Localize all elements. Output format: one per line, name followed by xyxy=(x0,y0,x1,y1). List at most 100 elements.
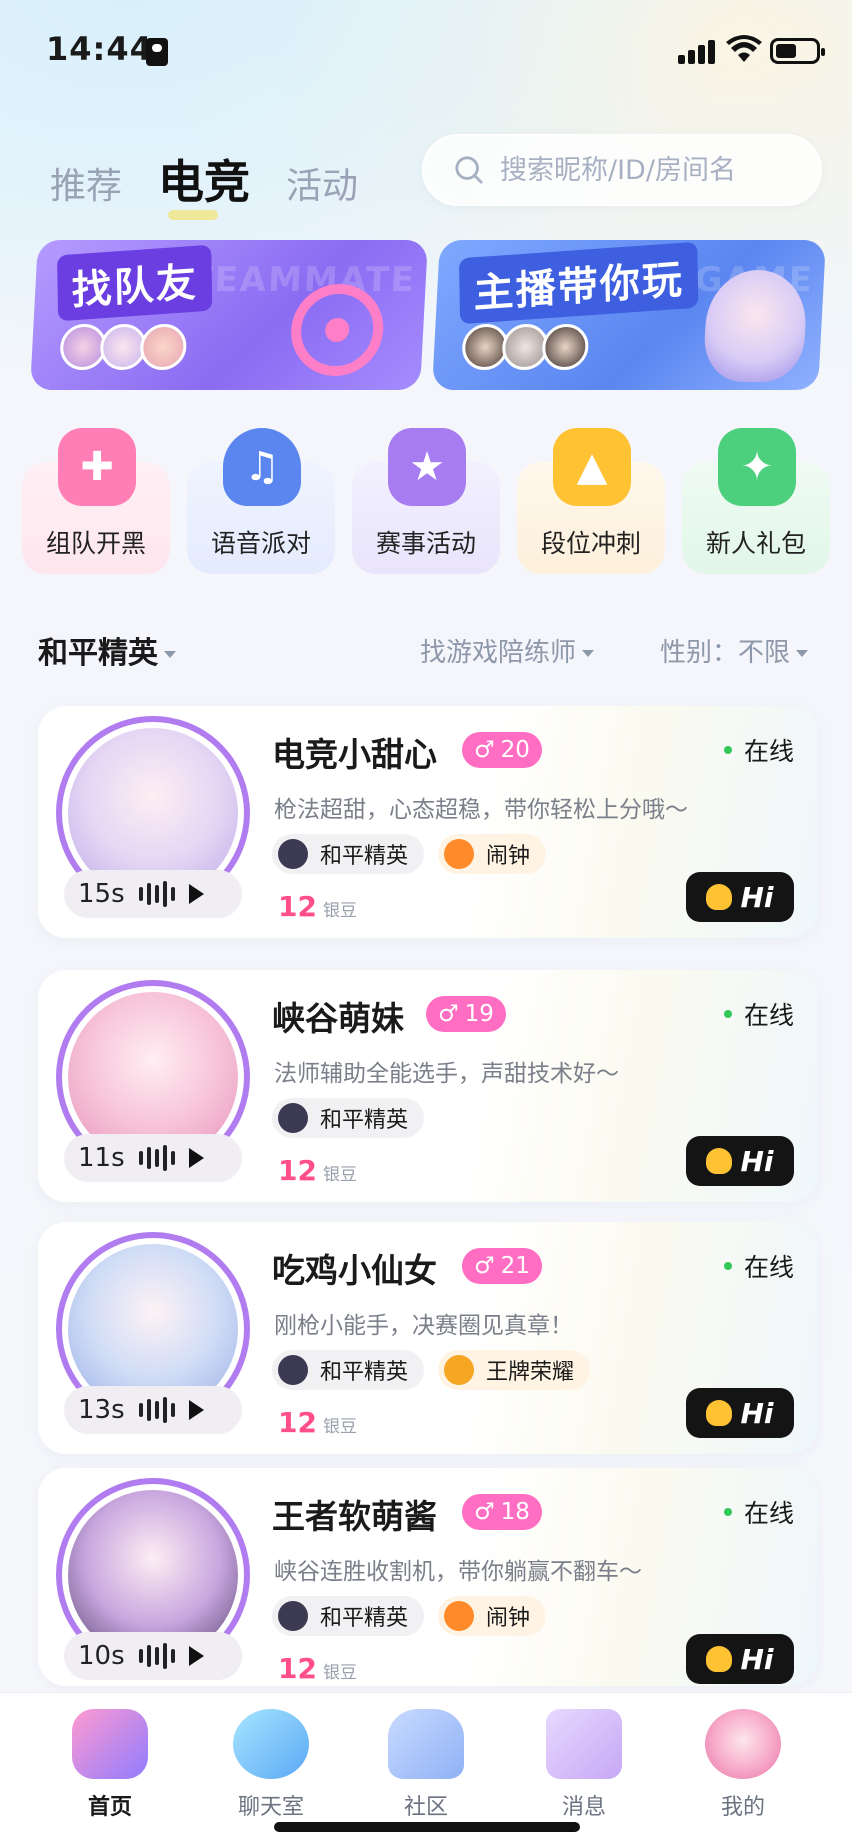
nav-chatroom[interactable]: 聊天室 xyxy=(211,1709,331,1821)
user-name: 王者软萌酱 xyxy=(272,1497,437,1536)
game-filter[interactable]: 和平精英 xyxy=(38,628,176,672)
user-bio: 刚枪小能手，决赛圈见真章！ xyxy=(274,1313,573,1339)
sim-card-icon xyxy=(146,38,168,66)
nav-label: 首页 xyxy=(87,1795,132,1820)
tag-game: 和平精英 xyxy=(272,1596,425,1636)
banner-title: 找队友 xyxy=(57,244,213,322)
male-icon: ♂ xyxy=(474,1499,495,1525)
price-unit: 银豆 xyxy=(322,901,357,921)
tag-list: 和平精英 闹钟 xyxy=(272,1596,547,1636)
online-dot-icon xyxy=(723,746,732,754)
search-input[interactable] xyxy=(500,154,820,186)
sound-wave-icon xyxy=(138,1643,175,1669)
say-hi-button[interactable]: Hi xyxy=(686,1388,794,1438)
tag-skill: 闹钟 xyxy=(438,1596,547,1636)
say-hi-button[interactable]: Hi xyxy=(686,1136,794,1186)
user-name: 峡谷萌妹 xyxy=(272,999,404,1038)
sound-wave-icon xyxy=(138,881,175,907)
online-status-label: 在线 xyxy=(743,1253,794,1282)
user-card[interactable]: 15s 电竞小甜心 ♂ 20 在线 枪法超甜，心态超稳，带你轻松上分哦～ 和平精英… xyxy=(38,706,818,938)
tab-events[interactable]: 活动 xyxy=(286,157,358,209)
voice-intro-button[interactable]: 13s xyxy=(64,1386,242,1434)
age-value: 19 xyxy=(464,1001,494,1027)
banner-watermark: TEAMMATE xyxy=(188,260,417,300)
tag-label: 闹钟 xyxy=(486,844,531,869)
chevron-down-icon xyxy=(582,650,595,657)
nav-home[interactable]: 首页 xyxy=(50,1709,170,1821)
nav-profile[interactable]: 我的 xyxy=(683,1709,803,1821)
voice-intro-button[interactable]: 10s xyxy=(64,1632,242,1680)
price: 12 银豆 xyxy=(278,1652,357,1685)
play-icon xyxy=(188,1646,204,1666)
battery-icon xyxy=(770,38,825,64)
price-unit: 银豆 xyxy=(322,1417,357,1437)
alarm-icon xyxy=(444,1601,475,1631)
teammate-avatars xyxy=(59,324,188,370)
status-time: 14:44 xyxy=(46,30,153,68)
trophy-icon: ★ xyxy=(388,428,466,506)
voice-duration: 11s xyxy=(78,1143,125,1173)
category-team-up[interactable]: ✚ 组队开黑 xyxy=(22,428,170,574)
nav-label: 聊天室 xyxy=(237,1795,304,1820)
online-status: 在线 xyxy=(723,732,794,768)
play-icon xyxy=(188,1400,204,1420)
category-tournament[interactable]: ★ 赛事活动 xyxy=(352,428,500,574)
tag-skill: 王牌荣耀 xyxy=(438,1350,591,1390)
waving-hand-icon xyxy=(706,1400,733,1426)
category-label: 组队开黑 xyxy=(45,529,146,558)
say-hi-button[interactable]: Hi xyxy=(686,872,794,922)
banner-streamer-play[interactable]: GAME 主播带你玩 xyxy=(432,240,826,390)
chevron-down-icon xyxy=(796,650,809,657)
wifi-icon xyxy=(726,35,762,62)
tag-label: 王牌荣耀 xyxy=(486,1360,575,1385)
tab-recommend[interactable]: 推荐 xyxy=(50,157,122,209)
category-newbie-gift[interactable]: ✦ 新人礼包 xyxy=(682,428,830,574)
category-voice-party[interactable]: ♫ 语音派对 xyxy=(187,428,335,574)
search-icon xyxy=(455,156,483,184)
gender-filter[interactable]: 性别：不限 xyxy=(660,632,809,669)
category-label: 新人礼包 xyxy=(705,529,806,558)
envelope-icon xyxy=(546,1709,622,1779)
tag-label: 和平精英 xyxy=(320,1606,409,1631)
tag-game: 和平精英 xyxy=(272,1098,425,1138)
tag-skill: 闹钟 xyxy=(438,834,547,874)
price: 12 银豆 xyxy=(278,890,357,923)
user-card[interactable]: 11s 峡谷萌妹 ♂ 19 在线 法师辅助全能选手，声甜技术好～ 和平精英 12 银… xyxy=(38,970,818,1202)
search-bar[interactable] xyxy=(422,134,822,206)
waving-hand-icon xyxy=(706,1646,733,1672)
gender-age-badge: ♂ 18 xyxy=(462,1494,542,1530)
price-unit: 银豆 xyxy=(322,1165,357,1185)
filter-row: 和平精英 找游戏陪练师 性别：不限 xyxy=(38,628,818,671)
category-label: 语音派对 xyxy=(210,529,311,558)
tag-list: 和平精英 xyxy=(272,1098,425,1138)
price-value: 12 xyxy=(278,1652,317,1685)
category-label: 段位冲刺 xyxy=(540,529,641,558)
category-label: 赛事活动 xyxy=(375,529,476,558)
user-bio: 枪法超甜，心态超稳，带你轻松上分哦～ xyxy=(274,797,688,823)
user-name: 电竞小甜心 xyxy=(272,735,437,774)
online-dot-icon xyxy=(723,1010,732,1018)
nav-label: 我的 xyxy=(720,1795,765,1820)
banner-find-teammate[interactable]: TEAMMATE 找队友 xyxy=(30,240,428,390)
price: 12 银豆 xyxy=(278,1406,357,1439)
coach-filter[interactable]: 找游戏陪练师 xyxy=(420,632,595,669)
user-card[interactable]: 13s 吃鸡小仙女 ♂ 21 在线 刚枪小能手，决赛圈见真章！ 和平精英 王牌荣耀… xyxy=(38,1222,818,1454)
nav-community[interactable]: 社区 xyxy=(366,1709,486,1821)
voice-intro-button[interactable]: 11s xyxy=(64,1134,242,1182)
tab-esports[interactable]: 电竞 xyxy=(158,146,250,220)
status-bar: 14:44 xyxy=(0,0,852,100)
nav-label: 消息 xyxy=(561,1795,606,1820)
nav-messages[interactable]: 消息 xyxy=(524,1709,644,1821)
sound-wave-icon xyxy=(138,1145,175,1171)
sound-wave-icon xyxy=(138,1397,175,1423)
price-unit: 银豆 xyxy=(322,1663,357,1683)
user-name: 吃鸡小仙女 xyxy=(272,1251,437,1290)
user-card[interactable]: 10s 王者软萌酱 ♂ 18 在线 峡谷连胜收割机，带你躺赢不翻车～ 和平精英 闹… xyxy=(38,1468,818,1686)
gender-age-badge: ♂ 19 xyxy=(426,996,506,1032)
voice-intro-button[interactable]: 15s xyxy=(64,870,242,918)
say-hi-button[interactable]: Hi xyxy=(686,1634,794,1684)
category-rank-sprint[interactable]: ▲ 段位冲刺 xyxy=(517,428,665,574)
waving-hand-icon xyxy=(706,1148,733,1174)
avatar xyxy=(541,324,590,370)
voice-duration: 10s xyxy=(78,1641,125,1671)
